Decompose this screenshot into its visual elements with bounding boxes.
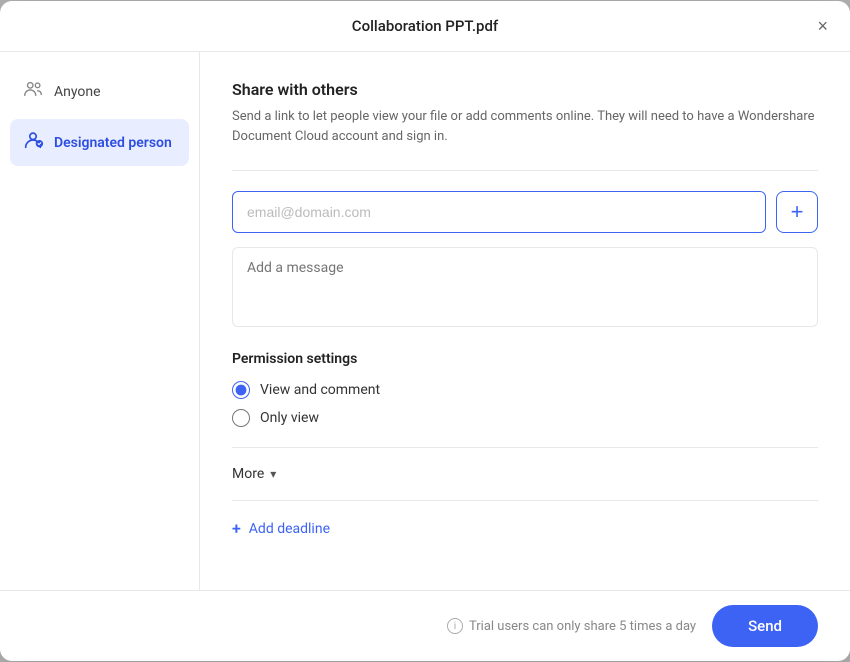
sidebar: Anyone Designated person bbox=[0, 52, 200, 590]
modal-body: Anyone Designated person Share with othe… bbox=[0, 52, 850, 590]
email-input[interactable] bbox=[232, 191, 766, 233]
radio-only-view[interactable] bbox=[232, 409, 250, 427]
radio-view-comment-label: View and comment bbox=[260, 382, 380, 398]
anyone-icon bbox=[22, 78, 44, 105]
add-deadline-label: Add deadline bbox=[249, 521, 330, 537]
share-section: Share with others Send a link to let peo… bbox=[232, 80, 818, 170]
radio-only-view-label: Only view bbox=[260, 410, 319, 426]
add-deadline-button[interactable]: + Add deadline bbox=[232, 519, 330, 538]
radio-view-comment[interactable] bbox=[232, 381, 250, 399]
sidebar-item-anyone-label: Anyone bbox=[54, 84, 101, 100]
email-row: + bbox=[232, 191, 818, 233]
share-title: Share with others bbox=[232, 80, 818, 99]
trial-notice: i Trial users can only share 5 times a d… bbox=[447, 618, 696, 634]
add-email-button[interactable]: + bbox=[776, 191, 818, 233]
info-icon: i bbox=[447, 618, 463, 634]
sidebar-item-anyone[interactable]: Anyone bbox=[10, 68, 189, 115]
modal-footer: i Trial users can only share 5 times a d… bbox=[0, 590, 850, 661]
chevron-down-icon: ▾ bbox=[270, 467, 276, 481]
permission-only-view[interactable]: Only view bbox=[232, 409, 818, 427]
designated-icon bbox=[22, 129, 44, 156]
message-textarea[interactable] bbox=[232, 247, 818, 327]
modal-title: Collaboration PPT.pdf bbox=[352, 17, 498, 35]
send-button[interactable]: Send bbox=[712, 605, 818, 647]
sidebar-item-designated-label: Designated person bbox=[54, 135, 172, 151]
permission-title: Permission settings bbox=[232, 351, 818, 367]
close-button[interactable]: × bbox=[813, 13, 832, 39]
plus-icon: + bbox=[232, 519, 241, 538]
divider-1 bbox=[232, 170, 818, 171]
modal: Collaboration PPT.pdf × Anyone bbox=[0, 1, 850, 661]
sidebar-item-designated[interactable]: Designated person bbox=[10, 119, 189, 166]
permission-radio-group: View and comment Only view bbox=[232, 381, 818, 427]
more-toggle-button[interactable]: More ▾ bbox=[232, 466, 276, 482]
more-section: More ▾ bbox=[232, 447, 818, 482]
trial-notice-text: Trial users can only share 5 times a day bbox=[469, 619, 696, 634]
deadline-section: + Add deadline bbox=[232, 500, 818, 538]
permission-view-comment[interactable]: View and comment bbox=[232, 381, 818, 399]
share-desc: Send a link to let people view your file… bbox=[232, 107, 818, 146]
modal-header: Collaboration PPT.pdf × bbox=[0, 1, 850, 52]
main-content: Share with others Send a link to let peo… bbox=[200, 52, 850, 590]
more-label: More bbox=[232, 466, 264, 482]
